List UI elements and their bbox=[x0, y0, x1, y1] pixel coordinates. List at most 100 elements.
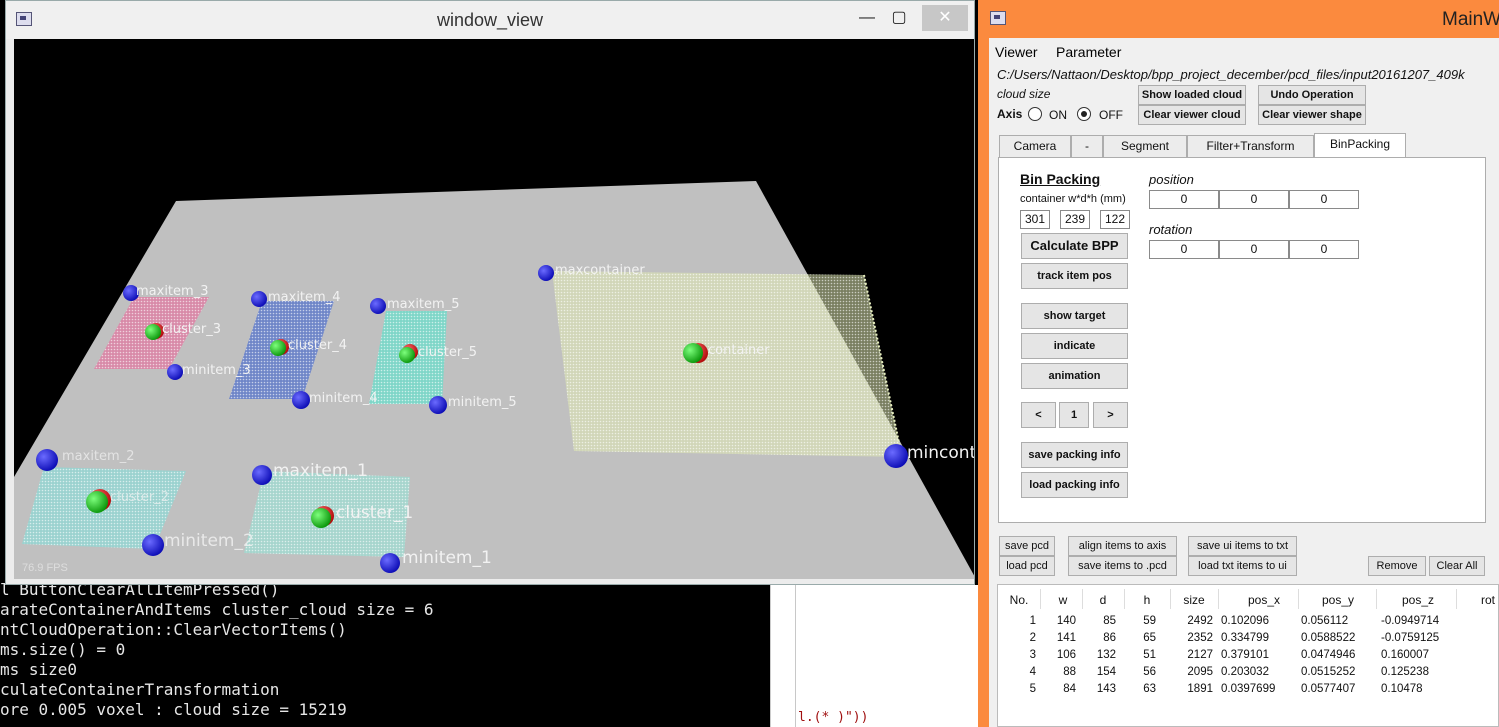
tab-camera[interactable]: Camera bbox=[999, 135, 1071, 157]
position-label: position bbox=[1149, 172, 1194, 187]
undo-operation-button[interactable]: Undo Operation bbox=[1258, 85, 1366, 105]
animation-button[interactable]: animation bbox=[1021, 363, 1128, 389]
table-cell: 1 bbox=[1029, 615, 1036, 627]
items-table[interactable]: No. w d h size pos_x pos_y pos_z rot 1 14… bbox=[997, 584, 1499, 727]
bin-packing-heading: Bin Packing bbox=[1020, 171, 1101, 187]
menu-viewer[interactable]: Viewer bbox=[995, 44, 1038, 60]
close-icon[interactable]: ✕ bbox=[922, 5, 968, 31]
table-row[interactable]: 3 106 132 51 2127 0.379101 0.0474946 0.160007 bbox=[998, 647, 1498, 664]
label-cluster-4: cluster_4 bbox=[288, 338, 347, 353]
3d-viewport[interactable]: maxitem_3 cluster_3 minitem_3 maxitem_4 … bbox=[14, 39, 974, 579]
rotation-x-field[interactable]: 0 bbox=[1149, 240, 1219, 259]
position-x-field[interactable]: 0 bbox=[1149, 190, 1219, 209]
header-separator bbox=[1456, 589, 1457, 609]
col-header-pos-z[interactable]: pos_z bbox=[1388, 593, 1448, 607]
table-cell: 2352 bbox=[1187, 632, 1213, 644]
table-row[interactable]: 2 141 86 65 2352 0.334799 0.0588522 -0.0759125 bbox=[998, 630, 1498, 647]
tab-binpacking[interactable]: BinPacking bbox=[1314, 133, 1406, 158]
label-cluster-3: cluster_3 bbox=[162, 322, 221, 337]
editor-gutter-line bbox=[795, 585, 796, 727]
axis-on-radio[interactable] bbox=[1028, 107, 1042, 121]
col-header-size[interactable]: size bbox=[1174, 593, 1214, 607]
position-z-field[interactable]: 0 bbox=[1289, 190, 1359, 209]
save-items-pcd-button[interactable]: save items to .pcd bbox=[1068, 556, 1177, 576]
remove-button[interactable]: Remove bbox=[1368, 556, 1426, 576]
main-titlebar[interactable]: MainW bbox=[978, 0, 1499, 38]
table-cell: 0.160007 bbox=[1381, 649, 1429, 661]
clear-all-button[interactable]: Clear All bbox=[1429, 556, 1485, 576]
calculate-bpp-button[interactable]: Calculate BPP bbox=[1021, 233, 1128, 259]
table-row[interactable]: 5 84 143 63 1891 0.0397699 0.0577407 0.10478 bbox=[998, 681, 1498, 698]
table-cell: 0.379101 bbox=[1221, 649, 1269, 661]
label-maxitem-2: maxitem_2 bbox=[62, 449, 134, 464]
axis-off-radio[interactable] bbox=[1077, 107, 1091, 121]
minimize-icon[interactable]: — bbox=[852, 5, 882, 31]
table-cell: 0.0474946 bbox=[1301, 649, 1356, 661]
label-minitem-1: minitem_1 bbox=[402, 548, 492, 568]
load-pcd-button[interactable]: load pcd bbox=[999, 556, 1055, 576]
marker-minitem-2 bbox=[142, 534, 164, 556]
console-line: culateContainerTransformation bbox=[0, 680, 280, 699]
rotation-z-field[interactable]: 0 bbox=[1289, 240, 1359, 259]
prev-item-button[interactable]: < bbox=[1021, 402, 1056, 428]
tab-segment[interactable]: Segment bbox=[1103, 135, 1187, 157]
position-y-field[interactable]: 0 bbox=[1219, 190, 1289, 209]
col-header-rot[interactable]: rot bbox=[1468, 593, 1499, 607]
col-header-no[interactable]: No. bbox=[1004, 593, 1034, 607]
binpacking-panel: Bin Packing container w*d*h (mm) 301 239… bbox=[998, 157, 1486, 523]
table-cell: 0.334799 bbox=[1221, 632, 1269, 644]
table-row[interactable]: 4 88 154 56 2095 0.203032 0.0515252 0.125238 bbox=[998, 664, 1498, 681]
maximize-icon[interactable]: ▢ bbox=[884, 5, 914, 31]
align-items-button[interactable]: align items to axis bbox=[1068, 536, 1177, 556]
code-fragment: l.(* )")) bbox=[798, 710, 869, 725]
table-cell: 0.056112 bbox=[1301, 615, 1349, 627]
show-target-button[interactable]: show target bbox=[1021, 303, 1128, 329]
container-depth-field[interactable]: 239 bbox=[1060, 210, 1090, 229]
container-width-field[interactable]: 301 bbox=[1020, 210, 1050, 229]
save-packing-info-button[interactable]: save packing info bbox=[1021, 442, 1128, 468]
code-editor-background bbox=[770, 585, 980, 727]
console-line: ms.size() = 0 bbox=[0, 640, 126, 659]
table-cell: 59 bbox=[1143, 615, 1156, 627]
next-item-button[interactable]: > bbox=[1093, 402, 1128, 428]
container-cloud-texture bbox=[552, 271, 902, 457]
scene-canvas[interactable]: maxitem_3 cluster_3 minitem_3 maxitem_4 … bbox=[14, 39, 974, 579]
window-icon bbox=[990, 11, 1006, 25]
container-height-field[interactable]: 122 bbox=[1100, 210, 1130, 229]
clear-viewer-cloud-button[interactable]: Clear viewer cloud bbox=[1138, 105, 1246, 125]
table-cell: -0.0759125 bbox=[1381, 632, 1440, 644]
table-cell: 0.0588522 bbox=[1301, 632, 1356, 644]
viewer-titlebar[interactable]: window_view — ▢ ✕ bbox=[6, 1, 974, 39]
label-maxitem-1: maxitem_1 bbox=[273, 461, 368, 481]
track-item-pos-button[interactable]: track item pos bbox=[1021, 263, 1128, 289]
marker-minitem-4 bbox=[292, 391, 310, 409]
load-txt-items-button[interactable]: load txt items to ui bbox=[1188, 556, 1297, 576]
file-path-label: C:/Users/Nattaon/Desktop/bpp_project_dec… bbox=[997, 67, 1465, 82]
col-header-w[interactable]: w bbox=[1048, 593, 1078, 607]
console-line: ntCloudOperation::ClearVectorItems() bbox=[0, 620, 347, 639]
rotation-y-field[interactable]: 0 bbox=[1219, 240, 1289, 259]
table-cell: 2095 bbox=[1187, 666, 1213, 678]
load-packing-info-button[interactable]: load packing info bbox=[1021, 472, 1128, 498]
save-pcd-button[interactable]: save pcd bbox=[999, 536, 1055, 556]
indicate-button[interactable]: indicate bbox=[1021, 333, 1128, 359]
col-header-d[interactable]: d bbox=[1088, 593, 1118, 607]
label-maxitem-4: maxitem_4 bbox=[268, 290, 340, 305]
header-separator bbox=[1376, 589, 1377, 609]
col-header-pos-x[interactable]: pos_x bbox=[1234, 593, 1294, 607]
col-header-h[interactable]: h bbox=[1132, 593, 1162, 607]
container-dimensions-label: container w*d*h (mm) bbox=[1020, 193, 1126, 205]
table-cell: 0.102096 bbox=[1221, 615, 1269, 627]
menu-parameter[interactable]: Parameter bbox=[1056, 44, 1121, 60]
label-maxcontainer: maxcontainer bbox=[555, 263, 645, 278]
save-ui-items-button[interactable]: save ui items to txt bbox=[1188, 536, 1297, 556]
col-header-pos-y[interactable]: pos_y bbox=[1308, 593, 1368, 607]
table-cell: 0.203032 bbox=[1221, 666, 1269, 678]
table-row[interactable]: 1 140 85 59 2492 0.102096 0.056112 -0.0949714 bbox=[998, 613, 1498, 630]
table-cell: 85 bbox=[1103, 615, 1116, 627]
label-cluster-5: cluster_5 bbox=[418, 345, 477, 360]
tab-dash[interactable]: - bbox=[1071, 135, 1103, 157]
show-loaded-cloud-button[interactable]: Show loaded cloud bbox=[1138, 85, 1246, 105]
tab-filter-transform[interactable]: Filter+Transform bbox=[1187, 135, 1314, 157]
clear-viewer-shape-button[interactable]: Clear viewer shape bbox=[1258, 105, 1366, 125]
